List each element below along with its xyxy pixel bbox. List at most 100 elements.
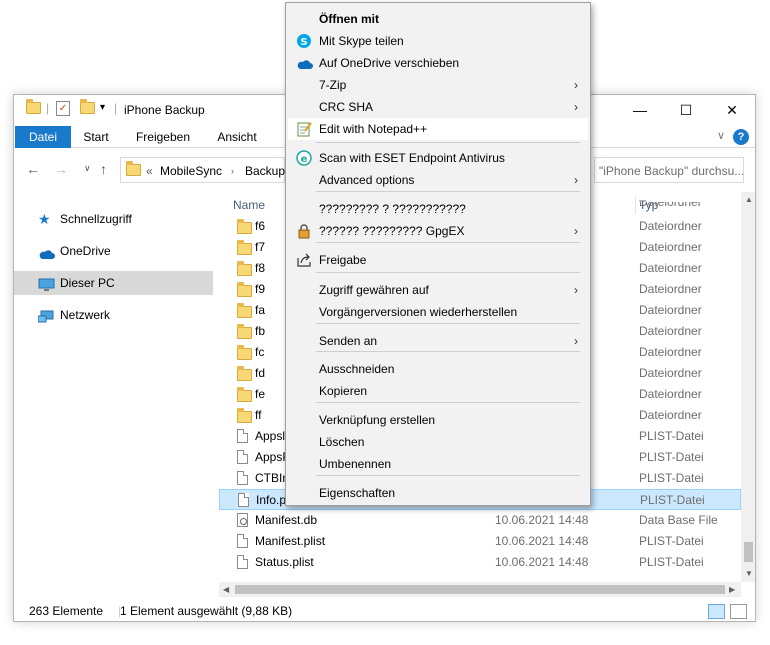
file-type: Dateiordner [639,240,702,254]
chevron-right-icon: › [574,100,578,114]
menu-item-advanced-options[interactable]: Advanced options › [288,169,588,191]
file-date: 10.06.2021 14:48 [495,534,589,548]
chevron-right-icon: › [574,224,578,238]
file-type: PLIST-Datei [640,493,705,507]
menu-item-label: Zugriff gewähren auf [319,283,429,297]
scroll-down-icon[interactable]: ▼ [745,569,753,578]
recent-locations-button[interactable]: ∨ [84,163,91,174]
vertical-scrollbar[interactable]: ▲ ▼ [741,192,755,582]
scroll-right-icon[interactable]: ▶ [729,585,735,594]
scrollbar-thumb[interactable] [235,585,725,594]
file-name: Appsl [255,429,286,443]
file-type: Dateiordner [639,387,702,401]
menu-item-eigenschaften[interactable]: Eigenschaften [288,482,588,504]
scrollbar-thumb[interactable] [744,542,753,562]
file-icon [237,555,248,576]
sidebar-item-dieser-pc[interactable]: Dieser PC [14,271,213,295]
file-name: f6 [255,219,266,233]
menu-item-item[interactable]: ????????? ? ??????????? [288,198,588,220]
sidebar-item-schnellzugriff[interactable]: ★ Schnellzugriff [14,207,213,231]
scroll-up-icon[interactable]: ▲ [745,195,753,204]
customize-toolbar-icon[interactable]: ▾ [100,102,105,113]
up-button[interactable]: ↑ [100,161,107,177]
menu-item-ausschneiden[interactable]: Ausschneiden [288,358,588,380]
menu-item-zugriff-gewahren-auf[interactable]: Zugriff gewähren auf › [288,279,588,301]
file-name: fa [255,303,266,317]
menu-item-auf-onedrive-verschieben[interactable]: Auf OneDrive verschieben [288,52,588,74]
menu-item-vorgangerversionen-wiederherstellen[interactable]: Vorgängerversionen wiederherstellen [288,301,588,323]
maximize-button[interactable]: ☐ [663,95,709,125]
menu-item-mit-skype-teilen[interactable]: S Mit Skype teilen [288,30,588,52]
menu-item-loschen[interactable]: Löschen [288,431,588,453]
menu-item-label: 7-Zip [319,78,347,92]
help-icon[interactable]: ? [733,129,749,145]
breadcrumb-mobilesync[interactable]: MobileSync [160,164,222,178]
file-type: PLIST-Datei [639,471,704,485]
tab-ansicht[interactable]: Ansicht [212,126,262,148]
properties-icon[interactable]: ✓ [56,101,70,116]
sidebar-item-onedrive[interactable]: OneDrive [14,239,213,263]
menu-item-freigabe[interactable]: Freigabe [288,249,588,271]
sidebar-item-label: OneDrive [60,244,111,258]
file-name: ff [255,408,262,422]
new-folder-icon[interactable] [80,99,95,117]
menu-item-label: ????????? ? ??????????? [319,202,466,216]
menu-item-label: Scan with ESET Endpoint Antivirus [319,151,505,165]
menu-item-label: Eigenschaften [319,486,396,500]
table-row[interactable]: Manifest.plist 10.06.2021 14:48 PLIST-Date… [219,531,741,552]
file-name: fe [255,387,266,401]
address-bar[interactable]: « MobileSync › Backup [120,157,285,183]
search-input[interactable]: "iPhone Backup" durchsu... [594,157,744,183]
sidebar-item-netzwerk[interactable]: Netzwerk [14,303,213,327]
menu-item-crc-sha[interactable]: CRC SHA › [288,96,588,118]
file-type: Data Base File [639,513,718,527]
horizontal-scrollbar[interactable]: ◀ ▶ [219,582,741,597]
menu-item-verknupfung-erstellen[interactable]: Verknüpfung erstellen [288,409,588,431]
menu-item-label: Umbenennen [319,457,392,471]
breadcrumb-ellipsis[interactable]: « [146,164,153,178]
file-type: Dateiordner [639,219,702,233]
menu-item-edit-with-notepad[interactable]: Edit with Notepad++ [288,118,588,140]
menu-item-offnen-mit[interactable]: Öffnen mit [288,8,588,30]
scroll-left-icon[interactable]: ◀ [223,585,229,594]
file-name: f8 [255,261,266,275]
menu-item-label: Senden an [319,334,378,348]
menu-item-gpgex[interactable]: ?????? ????????? GpgEX › [288,220,588,242]
table-row[interactable]: Manifest.db 10.06.2021 14:48 Data Base Fil… [219,510,741,531]
tab-start[interactable]: Start [76,126,116,148]
breadcrumb-backup[interactable]: Backup [245,164,285,178]
folder-icon [26,99,41,117]
menu-item-kopieren[interactable]: Kopieren [288,380,588,402]
file-date: 10.06.2021 14:48 [495,555,589,569]
large-icons-view-icon[interactable] [730,604,747,619]
chevron-down-icon[interactable]: ∨ [717,129,725,142]
back-button[interactable]: ← [26,161,40,177]
file-type: Dateiordner [639,366,702,380]
window-title: iPhone Backup [124,103,205,117]
file-date: 10.06.2021 14:48 [495,513,589,527]
navigation-pane: ★ Schnellzugriff OneDrive Dieser PC Netz… [14,195,214,590]
menu-separator [316,402,580,403]
menu-item-umbenennen[interactable]: Umbenennen [288,453,588,475]
folder-icon [126,161,141,179]
menu-item-senden-an[interactable]: Senden an › [288,330,588,352]
table-row[interactable]: Status.plist 10.06.2021 14:48 PLIST-Datei [219,552,741,573]
menu-item-label: Verknüpfung erstellen [319,413,436,427]
forward-button[interactable]: → [54,161,68,177]
details-view-icon[interactable] [708,604,725,619]
file-name: fc [255,345,265,359]
file-type: Dateiordner [639,261,702,275]
computer-icon [38,276,55,291]
close-button[interactable]: ✕ [709,95,755,125]
tab-datei[interactable]: Datei [15,126,71,148]
menu-separator [316,323,580,324]
network-icon [37,308,54,323]
file-type: Dateiordner [639,202,702,209]
file-name: fb [255,324,266,338]
tab-freigeben[interactable]: Freigeben [128,126,198,148]
file-type: Dateiordner [639,282,702,296]
menu-item-scan-with-eset-endpoint-antivirus[interactable]: e Scan with ESET Endpoint Antivirus [288,147,588,169]
menu-item-7-zip[interactable]: 7-Zip › [288,74,588,96]
file-type: Dateiordner [639,324,702,338]
minimize-button[interactable]: — [617,95,663,125]
